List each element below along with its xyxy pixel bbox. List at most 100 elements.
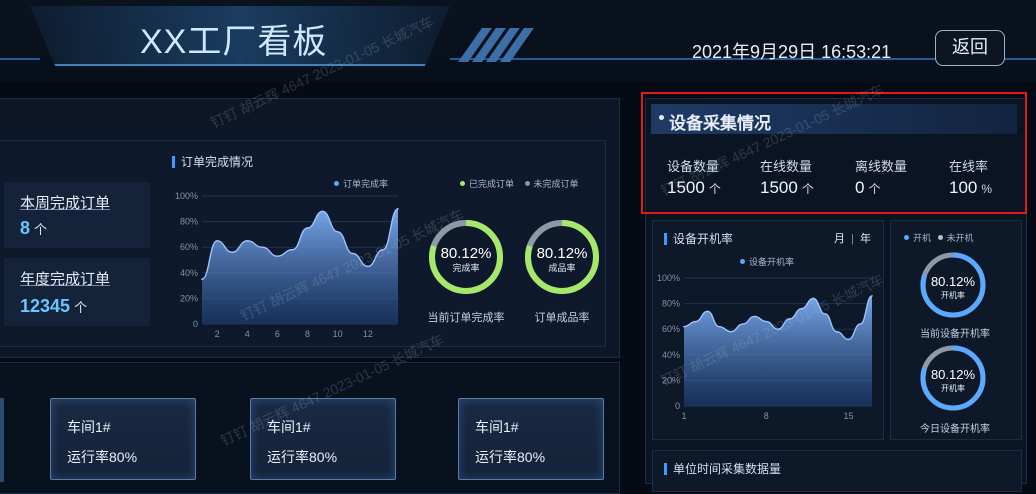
- page-title: XX工厂看板: [140, 23, 328, 61]
- y-tick-label: 80%: [662, 299, 680, 309]
- gauge-ring: 80.12%成品率: [525, 220, 599, 294]
- tab-year[interactable]: 年: [860, 233, 871, 245]
- datetime-display: 2021年9月29日 16:53:21: [692, 42, 892, 62]
- gauge-today-startup: 80.12% 开机率: [918, 343, 988, 413]
- data-point: [730, 330, 732, 333]
- y-tick-label: 0: [675, 401, 680, 411]
- stat-value: 12345: [20, 296, 71, 316]
- gauge-order-completion: 80.12% 完成率: [426, 217, 506, 297]
- workshop-name: 车间1#: [475, 419, 519, 435]
- gauge-value: 80.12%: [441, 245, 492, 262]
- data-point: [812, 297, 815, 300]
- workshop-rate: 运行率80%: [67, 449, 138, 465]
- online-count-unit: 个: [801, 182, 814, 196]
- data-point: [835, 330, 838, 333]
- data-point: [683, 325, 685, 328]
- x-tick-label: 1: [681, 411, 686, 421]
- y-tick-label: 100%: [175, 191, 198, 201]
- stat-unit: 个: [34, 222, 48, 237]
- offline-count-value: 0: [855, 178, 865, 197]
- x-tick-label: 4: [245, 329, 250, 339]
- data-point: [261, 246, 264, 248]
- unit-time-title: 单位时间采集数据量: [664, 460, 781, 477]
- offline-count-row: 0个: [855, 178, 880, 198]
- y-tick-label: 0: [193, 319, 198, 329]
- legend-dot: [937, 235, 943, 240]
- x-tick-label: 2: [215, 329, 220, 339]
- y-tick-label: 20%: [662, 375, 680, 385]
- device-count-label: 设备数量: [667, 159, 720, 174]
- data-point: [321, 210, 324, 213]
- stat-unit: 个: [74, 300, 88, 315]
- legend-dot: [904, 235, 909, 240]
- legend-label: 未完成订单: [533, 179, 579, 189]
- y-tick-label: 60%: [180, 242, 198, 252]
- workshop-rate: 运行率80%: [475, 449, 546, 465]
- data-point: [291, 248, 294, 251]
- data-point: [741, 323, 744, 325]
- device-count-row: 1500 个: [667, 178, 721, 198]
- legend-dot: [334, 181, 339, 186]
- data-point: [382, 248, 384, 251]
- back-button[interactable]: 返回: [935, 30, 1005, 66]
- data-point: [706, 310, 709, 313]
- gauge-sublabel: 开机率: [941, 290, 965, 300]
- data-point: [276, 255, 279, 257]
- workshop-card[interactable]: 车间1# 运行率80%: [458, 398, 604, 480]
- stat-value-row: 12345 个: [20, 296, 87, 317]
- gauge-ring: 80.12%完成率: [429, 220, 503, 294]
- data-point: [216, 240, 218, 242]
- data-point: [306, 227, 309, 229]
- data-point: [800, 307, 803, 310]
- x-tick-label: 8: [305, 329, 310, 339]
- y-tick-label: 100%: [657, 273, 680, 283]
- gauge-ring: 80.12%开机率: [920, 345, 986, 411]
- online-rate-row: 100%: [949, 178, 992, 198]
- legend-label: 已完成订单: [469, 179, 515, 189]
- y-tick-label: 60%: [662, 324, 680, 334]
- y-tick-label: 40%: [180, 268, 198, 278]
- device-collection-title: 设备采集情况: [669, 114, 771, 133]
- y-tick-label: 40%: [662, 350, 680, 360]
- title-rail-left: [0, 58, 40, 60]
- data-point: [788, 318, 791, 320]
- online-rate-value: 100: [949, 178, 978, 197]
- data-point: [231, 251, 233, 254]
- gauge-sublabel: 完成率: [452, 262, 479, 273]
- legend-dot: [740, 259, 745, 264]
- gauge-current-startup: 80.12% 开机率: [918, 250, 988, 320]
- workshop-card[interactable]: 车间1# 运行率80%: [250, 398, 396, 480]
- online-rate-unit: %: [981, 182, 993, 196]
- period-tabs: 月 | 年: [834, 230, 871, 246]
- data-point: [336, 231, 339, 233]
- workshop-card[interactable]: 车间1# 运行率80%: [50, 398, 196, 480]
- gauge-sublabel: 开机率: [941, 383, 965, 393]
- tab-month[interactable]: 月: [834, 233, 845, 245]
- online-count-value: 1500: [760, 178, 798, 197]
- gauge-caption: 当前设备开机率: [920, 329, 990, 340]
- startup-gauge-legend: 开机 未开机: [904, 231, 974, 244]
- y-tick-label: 20%: [180, 293, 198, 303]
- x-tick-label: 8: [764, 411, 769, 421]
- online-rate-label: 在线率: [949, 159, 989, 174]
- title-bullet: [659, 115, 664, 120]
- legend-label: 开机: [913, 233, 932, 243]
- order-completion-chart: 0 20% 40% 60% 80% 100% 2 4 6 8 10 12: [175, 191, 399, 339]
- x-tick-label: 12: [363, 329, 373, 339]
- data-point: [694, 320, 697, 323]
- x-tick-label: 15: [843, 411, 853, 421]
- stat-value: 8: [20, 218, 31, 238]
- online-count-label: 在线数量: [760, 159, 813, 174]
- data-point: [824, 313, 826, 315]
- gauge-value: 80.12%: [931, 367, 976, 382]
- workshop-name: 车间1#: [267, 419, 311, 435]
- area-fill: [684, 295, 872, 406]
- startup-chart-title: 设备开机率: [664, 230, 733, 247]
- data-point: [351, 252, 354, 255]
- offline-count-label: 离线数量: [855, 159, 908, 174]
- startup-chart-legend: 设备开机率: [740, 255, 794, 268]
- offline-count-unit: 个: [868, 182, 881, 196]
- data-point: [201, 278, 203, 280]
- data-point: [718, 325, 721, 328]
- legend-label: 未开机: [946, 233, 974, 243]
